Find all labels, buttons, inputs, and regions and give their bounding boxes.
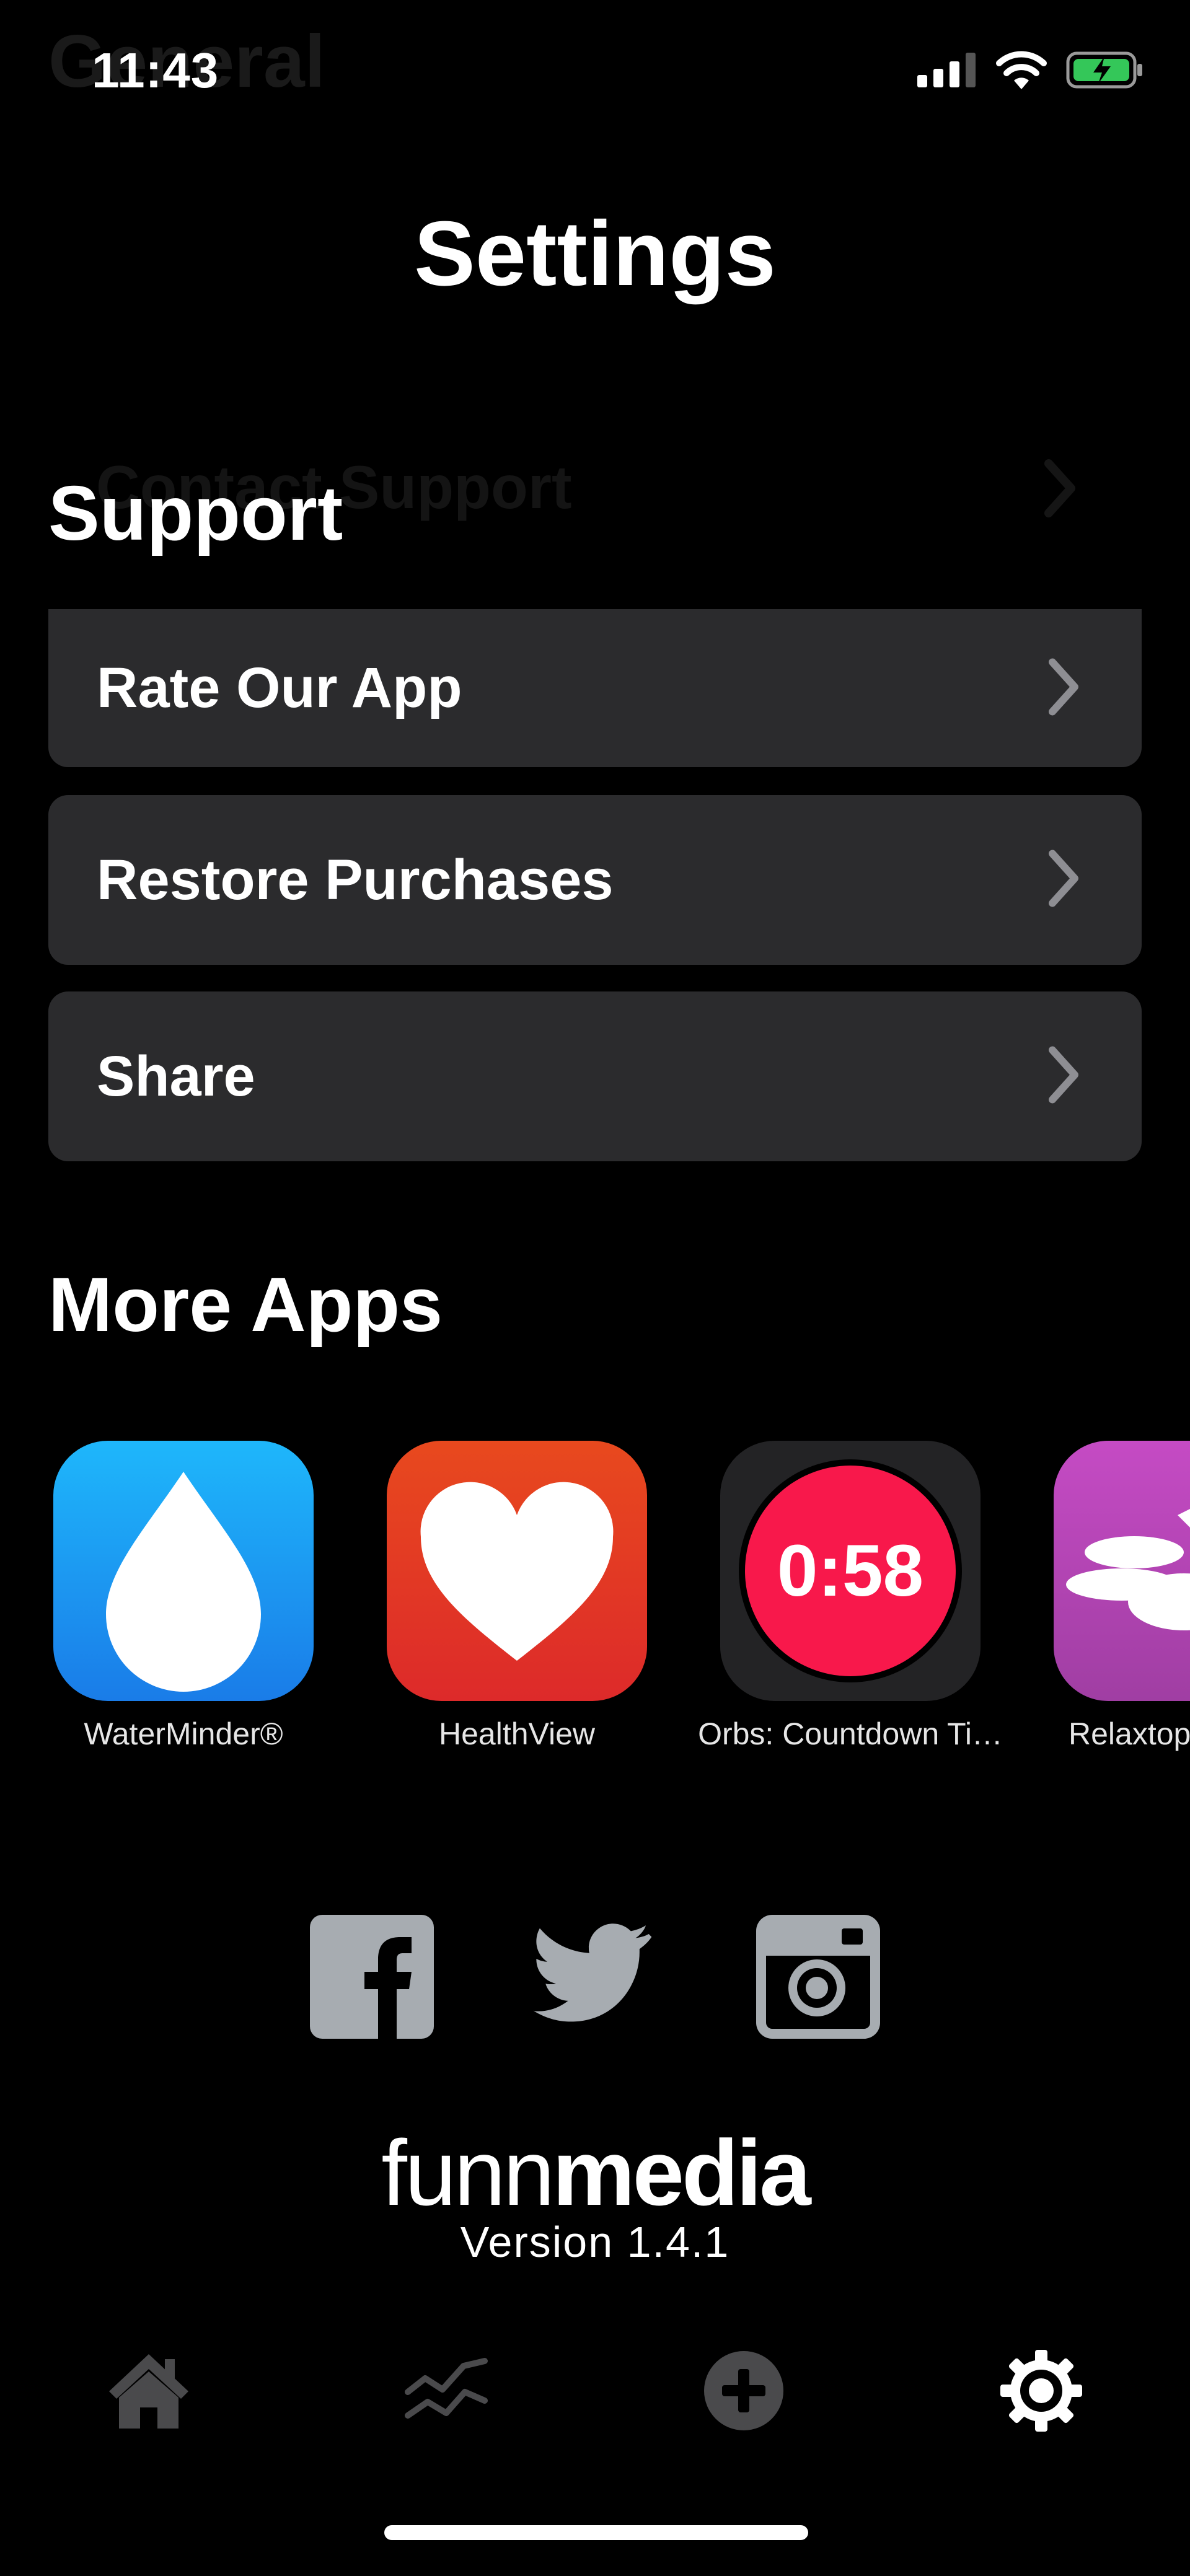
- tab-bar: [0, 2342, 1190, 2442]
- app-name: WaterMinder®: [84, 1717, 283, 1751]
- tab-home[interactable]: [99, 2342, 198, 2442]
- status-bar: General 11:43: [0, 0, 1190, 143]
- funnmedia-logo: funnmedia: [0, 2119, 1190, 2227]
- app-healthview[interactable]: HealthView: [387, 1441, 647, 1752]
- tab-add[interactable]: [694, 2342, 793, 2442]
- tab-stats[interactable]: [397, 2342, 496, 2442]
- zen-stones-icon: [1054, 1441, 1190, 1701]
- page-title: Settings: [414, 203, 776, 305]
- wifi-icon: [995, 51, 1047, 92]
- social-links: [0, 1915, 1190, 2039]
- restore-purchases-label: Restore Purchases: [97, 848, 614, 912]
- restore-purchases-row[interactable]: Restore Purchases: [48, 795, 1142, 965]
- status-icons: [917, 51, 1144, 92]
- app-version: Version 1.4.1: [460, 2218, 730, 2266]
- more-apps-section-title: More Apps: [48, 1262, 443, 1348]
- brand-thin: funn: [381, 2121, 555, 2225]
- app-name: HealthView: [438, 1717, 595, 1751]
- facebook-icon[interactable]: [310, 1915, 434, 2039]
- more-apps-carousel[interactable]: WaterMinder® HealthView 0:58 Orbs: Count…: [0, 1441, 1190, 1763]
- app-relaxtop[interactable]: Relaxtop: [1054, 1441, 1190, 1752]
- chevron-right-icon: [1045, 657, 1082, 719]
- gear-icon: [999, 2349, 1083, 2436]
- support-section-title: Support: [48, 471, 343, 556]
- rate-our-app-label: Rate Our App: [97, 656, 462, 719]
- tab-settings[interactable]: [992, 2342, 1091, 2442]
- app-name: Relaxtop: [1069, 1717, 1190, 1751]
- add-circle-icon: [703, 2350, 784, 2434]
- cellular-signal-icon: [917, 53, 977, 90]
- home-indicator[interactable]: [384, 2525, 808, 2540]
- orb-timer-text: 0:58: [777, 1530, 924, 1612]
- ghost-chevron-right-icon: [1041, 459, 1078, 521]
- rate-our-app-row[interactable]: Rate Our App: [48, 609, 1142, 767]
- status-time: 11:43: [92, 43, 219, 98]
- instagram-icon[interactable]: [756, 1915, 880, 2039]
- countdown-orb-icon: 0:58: [720, 1441, 981, 1701]
- water-drop-icon: [53, 1441, 314, 1701]
- app-orbs[interactable]: 0:58 Orbs: Countdown Ti…: [698, 1441, 1003, 1752]
- chevron-right-icon: [1045, 1045, 1082, 1108]
- app-waterminder[interactable]: WaterMinder®: [53, 1441, 314, 1752]
- home-icon: [105, 2350, 192, 2434]
- chart-lines-icon: [403, 2354, 490, 2431]
- brand-bold: media: [552, 2121, 811, 2225]
- share-label: Share: [97, 1044, 255, 1108]
- battery-charging-icon: [1066, 51, 1144, 92]
- chevron-right-icon: [1045, 849, 1082, 912]
- app-name: Orbs: Countdown Ti…: [698, 1717, 1003, 1751]
- share-row[interactable]: Share: [48, 991, 1142, 1161]
- heart-icon: [387, 1441, 647, 1701]
- twitter-icon[interactable]: [533, 1915, 657, 2039]
